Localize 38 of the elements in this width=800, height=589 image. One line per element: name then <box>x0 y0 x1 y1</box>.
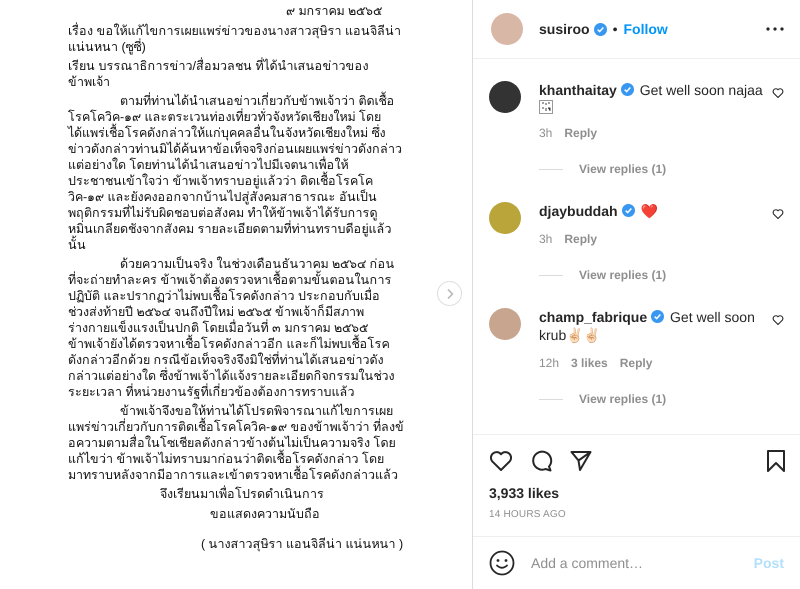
username[interactable]: susiroo <box>539 21 590 37</box>
letter-closing: จึงเรียนมาเพื่อโปรดดำเนินการ <box>159 486 325 502</box>
letter-signature: ( นางสาวสุษิรา แอนจิลีน่า แน่นหนา ) <box>200 536 404 552</box>
reply-button[interactable]: Reply <box>564 232 598 246</box>
avatar-photo[interactable] <box>489 81 521 113</box>
letter-paragraph: ด้วยความเป็นจริง ในช่วงเดือนธันวาคม ๒๕๖๔ ก่อน ที่จะถ่ายทำละคร ข้าพเจ้าต้องตรวจหาเชื้อตามขั้นตอนในการ ปฏิบัติ และปรากฏว่าไม่พบเชื้อโรคดังกล่าว ประกอบกับเมื่อ ช่วงส่งท้ายปี ๒๕๖๔ จนถึงปีใหม่ ๒๕๖๕ ข้าพเจ้าก็มีสภาพ ร่างกายแข็งแรงเป็นปกติ โดยเมื่อวันที่ ๓ มกราคม ๒๕๖๕ ข้าพเจ้ายังได้ตรวจหาเชื้อโรคดังกล่าวอีก และก็ไม่พบเชื้อโรค ดังกล่าวอีกด้วย กรณีข้อเท็จจริงจึงมิใช่ที่ท่านได้เสนอข่าวดัง กล่าวแต่อย่างใด ซึ่งข้าพเจ้าได้แจ้งรายละเอียดกิจกรรมในช่วง ระยะเวลา ที่หน่วยงานรัฐที่เกี่ยวข้องต้องการทราบแล้ว <box>68 256 396 400</box>
comment-icon[interactable] <box>529 449 553 473</box>
chevron-right-icon <box>444 288 454 300</box>
letter-regards: ขอแสดงความนับถือ <box>209 506 321 522</box>
reply-button[interactable]: Reply <box>564 126 598 140</box>
comment-time: 3h <box>539 126 552 140</box>
share-icon[interactable] <box>569 449 593 473</box>
letter-paragraph: เรียน บรรณาธิการข่าว/สื่อมวลชน ที่ได้นำเสนอข่าวของ ข้าพเจ้า <box>68 58 370 90</box>
letter-date: ๙ มกราคม ๒๕๖๕ <box>285 3 383 19</box>
heart-icon[interactable] <box>772 208 784 220</box>
view-replies-button[interactable]: View replies (1) <box>579 268 666 282</box>
heart-icon[interactable] <box>772 87 784 99</box>
bookmark-icon[interactable] <box>766 449 786 473</box>
more-options-icon[interactable] <box>766 27 784 31</box>
follow-button[interactable]: Follow <box>623 21 668 37</box>
view-replies-button[interactable]: View replies (1) <box>579 392 666 406</box>
comment-text: khanthaitay Get well soon najaa <box>539 81 764 99</box>
letter-paragraph: เรื่อง ขอให้แก้ไขการเผยแพร่ข่าวของนางสาวสุษิรา แอนจิลีน่า แน่นหนา (ซูซี่) <box>68 23 402 55</box>
letter-paragraph: ตามที่ท่านได้นำเสนอข่าวเกี่ยวกับข้าพเจ้าว่า ติดเชื้อ โรคโควิค-๑๙ และตระเวนท่องเที่ยวทั่วจังหวัดเชียงใหม่ โดย ได้แพร่เชื้อโรคดังกล่าวให้แก่บุคคลอื่นในจังหวัดเชียงใหม่ ซึ่ง ข่าวดังกล่าวท่านมิได้ค้นหาข้อเท็จจริงก่อนเผยแพร่ข่าวดังกล่าว แต่อย่างใด โดยท่านได้นำเสนอข่าวไปมีเจตนาเพื่อให้ ประชาชนเข้าใจว่า ข้าพเจ้าทราบอยู่แล้วว่า ติดเชื้อโรคโค วิค-๑๙ และยังคงออกจากบ้านไปสู่สังคมสาธารณะ อันเป็น พฤติกรรมที่ไม่รับผิดชอบต่อสังคม ทำให้ข้าพเจ้าได้รับการดู หมิ่นเกลียดชังจากสังคม รายละเอียดตามที่ท่านทราบดีอยู่แล้ว นั้น <box>68 93 432 253</box>
reply-button[interactable]: Reply <box>620 356 652 370</box>
letter-paragraph: ข้าพเจ้าจึงขอให้ท่านได้โปรดพิจารณาแก้ไขการเผย แพร่ข่าวเกี่ยวกับการติดเชื้อโรคโควิค-๑๙ ของข้าพเจ้าว่า ที่ลงข้ อความตามสื่อในโซเชียลดังกล่าวข้างต้นไม่เป็นความจริง โดย แก้ไขว่า ข้าพเจ้าไม่ทราบมาก่อนว่าติดเชื้อโรคดังกล่าว โดย มาทราบหลังจากมีอาการและเข้าตรวจหาเชื้อโรคดังกล่าวแล้ว <box>68 403 406 483</box>
comment-text: champ_fabrique Get well soon krub✌🏻✌🏻 <box>539 308 756 344</box>
view-replies-button[interactable]: View replies (1) <box>579 162 666 176</box>
heart-icon[interactable] <box>772 314 784 326</box>
emoji-icon[interactable] <box>489 550 515 576</box>
comment-time: 12h <box>539 356 560 370</box>
likes-count[interactable]: 3,933 likes <box>473 479 800 501</box>
post-timestamp: 14 HOURS AGO <box>488 508 567 522</box>
likes-link[interactable]: 3 likes <box>571 356 608 370</box>
comment-text: djaybuddah ❤ <box>539 202 658 220</box>
comment-time: 3h <box>539 232 552 246</box>
heart-icon[interactable] <box>489 449 513 473</box>
separator: • <box>612 21 618 37</box>
